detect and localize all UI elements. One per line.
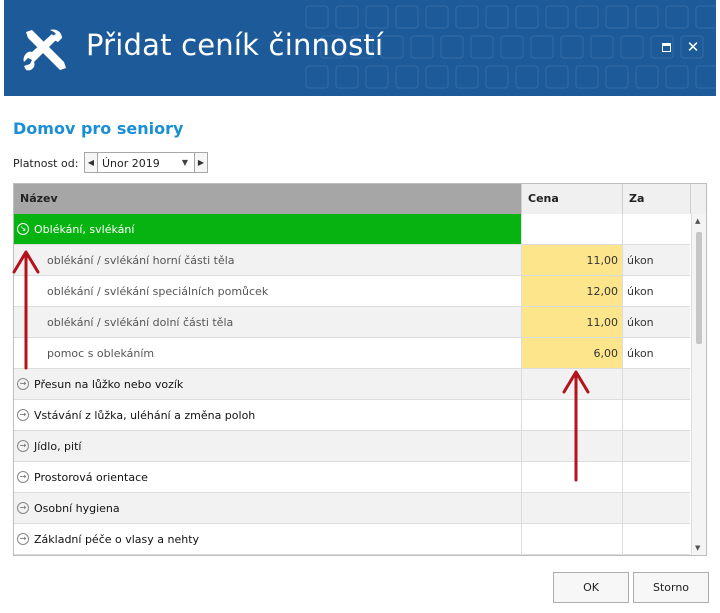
cell-name: oblékání / svlékání dolní části těla xyxy=(14,307,521,337)
cell-name: → Vstávání z lůžka, uléhání a změna poloh xyxy=(14,400,521,430)
cell-unit xyxy=(622,462,690,492)
cell-name: → Osobní hygiena xyxy=(14,493,521,523)
maximize-icon xyxy=(662,43,671,52)
grid-rows: ↘ Oblékání, svlékání oblékání / svlékání h… xyxy=(14,214,690,555)
cell-unit xyxy=(622,369,690,399)
scroll-down-icon[interactable]: ▼ xyxy=(695,544,700,552)
column-header-unit[interactable]: Za xyxy=(622,184,690,214)
cell-price[interactable] xyxy=(521,369,622,399)
circle-arrow-right-icon[interactable]: → xyxy=(17,378,29,390)
previous-month-button[interactable]: ◀ xyxy=(84,152,98,173)
cell-unit: úkon xyxy=(622,245,690,275)
cell-name: oblékání / svlékání speciálních pomůcek xyxy=(14,276,521,306)
cell-price[interactable]: 11,00 xyxy=(521,307,622,337)
ok-button[interactable]: OK xyxy=(553,572,629,603)
cell-name-text: Prostorová orientace xyxy=(34,471,148,484)
chevron-down-icon: ▼ xyxy=(181,158,188,167)
vertical-scrollbar[interactable]: ▲ ▼ xyxy=(691,214,706,555)
column-header-name[interactable]: Název xyxy=(14,184,521,214)
cancel-button[interactable]: Storno xyxy=(633,572,709,603)
group-row[interactable]: → Prostorová orientace xyxy=(14,462,690,493)
table-row[interactable]: oblékání / svlékání horní části těla 11,0… xyxy=(14,245,690,276)
scrollbar-thumb[interactable] xyxy=(696,232,702,344)
cell-price[interactable] xyxy=(521,493,622,523)
close-icon: ✕ xyxy=(686,38,700,56)
cell-unit: úkon xyxy=(622,338,690,368)
table-row[interactable]: oblékání / svlékání speciálních pomůcek 1… xyxy=(14,276,690,307)
title-bar: Přidat ceník činností ✕ xyxy=(4,0,716,96)
cell-name: → Základní péče o vlasy a nehty xyxy=(14,524,521,554)
cell-name-text: Osobní hygiena xyxy=(34,502,120,515)
cell-price[interactable] xyxy=(521,214,622,244)
next-month-button[interactable]: ▶ xyxy=(194,152,208,173)
cell-unit: úkon xyxy=(622,307,690,337)
cell-unit xyxy=(622,524,690,554)
cell-name-text: Vstávání z lůžka, uléhání a změna poloh xyxy=(34,409,256,422)
scroll-up-icon[interactable]: ▲ xyxy=(695,217,700,225)
cell-name: oblékání / svlékání horní části těla xyxy=(14,245,521,275)
cell-name: → Přesun na lůžko nebo vozík xyxy=(14,369,521,399)
table-row[interactable]: oblékání / svlékání dolní části těla 11,0… xyxy=(14,307,690,338)
arrow-right-icon: ▶ xyxy=(197,158,205,167)
cell-name: ↘ Oblékání, svlékání xyxy=(14,214,521,244)
cell-price[interactable] xyxy=(521,400,622,430)
circle-arrow-right-icon[interactable]: → xyxy=(17,533,29,545)
cell-price[interactable]: 12,00 xyxy=(521,276,622,306)
cell-unit xyxy=(622,493,690,523)
cell-unit xyxy=(622,431,690,461)
maximize-button[interactable] xyxy=(659,40,673,54)
circle-arrow-right-icon[interactable]: → xyxy=(17,502,29,514)
cell-unit: úkon xyxy=(622,276,690,306)
group-row[interactable]: → Vstávání z lůžka, uléhání a změna poloh xyxy=(14,400,690,431)
window-title: Přidat ceník činností xyxy=(86,28,384,62)
cell-price[interactable]: 11,00 xyxy=(521,245,622,275)
grid-header: Název Cena Za xyxy=(14,184,706,214)
group-row[interactable]: ↘ Oblékání, svlékání xyxy=(14,214,690,245)
group-row[interactable]: → Jídlo, pití xyxy=(14,431,690,462)
circle-arrow-right-icon[interactable]: → xyxy=(17,471,29,483)
cell-name-text: Jídlo, pití xyxy=(34,440,82,453)
cell-name-text: Základní péče o vlasy a nehty xyxy=(34,533,200,546)
tools-icon xyxy=(23,29,66,71)
circle-arrow-down-icon[interactable]: ↘ xyxy=(17,223,29,235)
group-row[interactable]: → Základní péče o vlasy a nehty xyxy=(14,524,690,555)
cell-price[interactable] xyxy=(521,524,622,554)
cell-price[interactable] xyxy=(521,431,622,461)
circle-arrow-right-icon[interactable]: → xyxy=(17,409,29,421)
column-header-price[interactable]: Cena xyxy=(521,184,622,214)
arrow-left-icon: ◀ xyxy=(87,158,95,167)
cell-name-text: oblékání / svlékání horní části těla xyxy=(47,254,235,267)
table-row[interactable]: pomoc s oblekáním 6,00 úkon xyxy=(14,338,690,369)
circle-arrow-right-icon[interactable]: → xyxy=(17,440,29,452)
cell-name: → Prostorová orientace xyxy=(14,462,521,492)
column-header-spacer xyxy=(690,184,706,214)
cell-price[interactable] xyxy=(521,462,622,492)
price-list-grid: Název Cena Za ↘ Oblékání, svlékání oblékán… xyxy=(13,183,707,556)
cell-unit xyxy=(622,400,690,430)
cell-price[interactable]: 6,00 xyxy=(521,338,622,368)
cell-name-text: pomoc s oblekáním xyxy=(47,347,155,360)
validity-label: Platnost od: xyxy=(13,157,79,170)
cell-unit xyxy=(622,214,690,244)
cell-name-text: Oblékání, svlékání xyxy=(34,223,135,236)
month-value: Únor 2019 xyxy=(102,157,160,170)
cell-name-text: oblékání / svlékání dolní části těla xyxy=(47,316,234,329)
group-row[interactable]: → Přesun na lůžko nebo vozík xyxy=(14,369,690,400)
cell-name: → Jídlo, pití xyxy=(14,431,521,461)
month-picker: ◀ Únor 2019 ▼ ▶ xyxy=(84,152,208,173)
cell-name-text: oblékání / svlékání speciálních pomůcek xyxy=(47,285,269,298)
cell-name-text: Přesun na lůžko nebo vozík xyxy=(34,378,184,391)
month-select[interactable]: Únor 2019 ▼ xyxy=(98,152,194,173)
organization-name: Domov pro seniory xyxy=(13,119,184,138)
group-row[interactable]: → Osobní hygiena xyxy=(14,493,690,524)
cell-name: pomoc s oblekáním xyxy=(14,338,521,368)
close-button[interactable]: ✕ xyxy=(686,38,700,56)
